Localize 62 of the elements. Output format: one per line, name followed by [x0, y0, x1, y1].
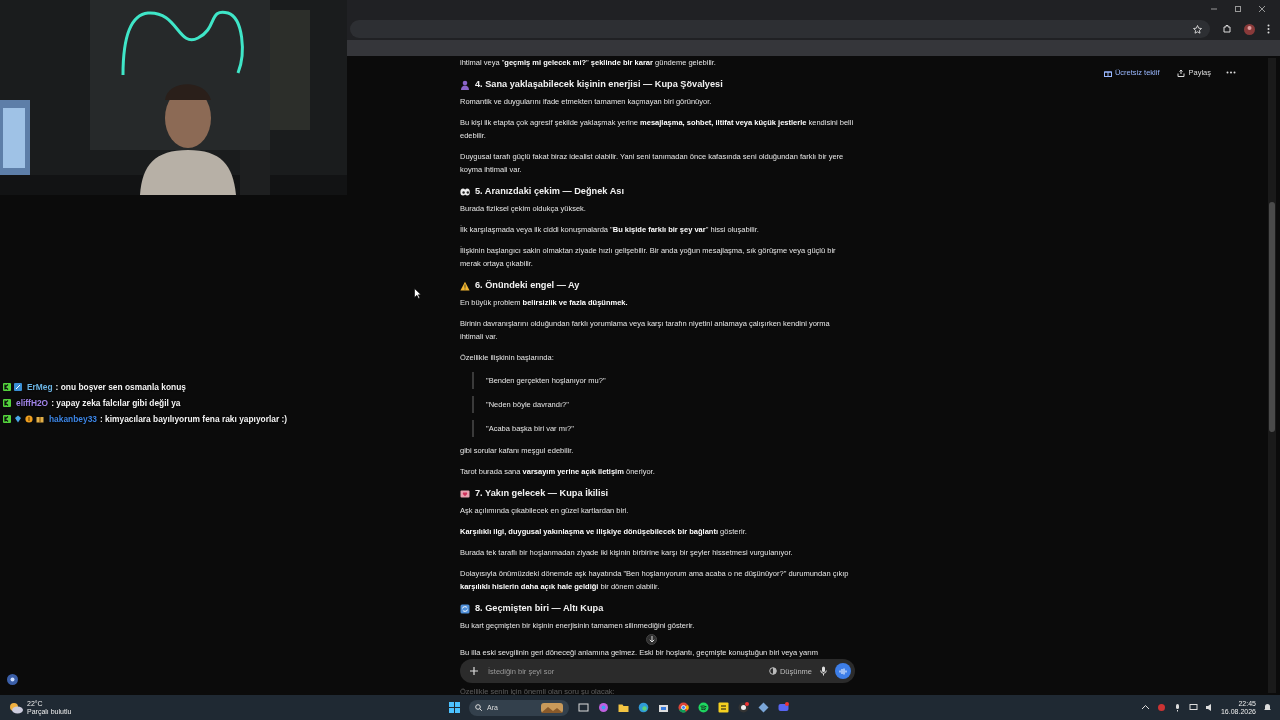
more-options-icon[interactable]: [1226, 71, 1236, 74]
emoji-icon: [460, 280, 470, 291]
chevron-up-icon[interactable]: [1140, 703, 1150, 712]
chat-message: : kimyacılara bayılıyorum fena rakı yapıyorlar :): [99, 414, 288, 424]
emoji-icon: [460, 186, 470, 197]
monitor-icon[interactable]: [1188, 703, 1198, 712]
emoji-icon: [460, 603, 470, 614]
half-circle-icon: [768, 667, 777, 675]
chat-username: ErMeg: [27, 382, 53, 392]
chat-message: : onu boşver sen osmanla konuş: [55, 382, 186, 392]
extensions-icon[interactable]: [1222, 24, 1232, 34]
landscape-icon: [541, 702, 563, 713]
spotify-icon[interactable]: [698, 702, 709, 713]
camera-app-icon[interactable]: [738, 702, 749, 713]
chat-username: eliffH2O: [16, 398, 49, 408]
edge-browser-icon[interactable]: [638, 702, 649, 713]
microphone-icon[interactable]: [820, 666, 827, 676]
sticky-app-icon[interactable]: [718, 702, 729, 713]
search-icon: [475, 704, 482, 711]
task-view-icon[interactable]: [578, 702, 589, 713]
windows-start-icon[interactable]: [449, 702, 460, 713]
notification-bell-icon[interactable]: [1263, 703, 1272, 712]
badge-icon: [3, 383, 11, 391]
gift-icon: [36, 415, 44, 423]
tray-app-icon[interactable]: [1156, 703, 1166, 712]
store-icon[interactable]: [658, 702, 669, 713]
scrollbar-thumb[interactable]: [1269, 202, 1275, 432]
profile-avatar-icon[interactable]: [1244, 23, 1255, 35]
menu-icon[interactable]: [1267, 24, 1270, 34]
copilot-icon[interactable]: [598, 702, 609, 713]
plus-icon[interactable]: [470, 667, 478, 675]
speaker-icon[interactable]: [1204, 703, 1214, 712]
scroll-down-button[interactable]: [646, 634, 657, 645]
chat-username: hakanbey33: [49, 414, 97, 424]
badge-icon: [3, 399, 11, 407]
mouse-cursor-icon: [414, 288, 421, 299]
section-heading: 6. Önündeki engel — Ay: [475, 279, 580, 292]
badge-icon: [14, 383, 22, 391]
close-icon[interactable]: [1258, 5, 1266, 13]
section-heading: 7. Yakın gelecek — Kupa İkilisi: [475, 487, 609, 500]
waveform-icon: [839, 667, 847, 675]
section-heading: 5. Aranızdaki çekim — Değnek Ası: [475, 185, 624, 198]
bookmark-star-icon[interactable]: [1193, 24, 1202, 34]
weather-icon: [9, 701, 23, 714]
gift-icon: [1103, 68, 1112, 77]
minimize-icon[interactable]: [1210, 5, 1218, 13]
section-heading: 8. Geçmişten biri — Altı Kupa: [475, 602, 604, 615]
voice-mode-button[interactable]: [835, 663, 851, 679]
gem-icon: [14, 415, 22, 423]
chat-message: : yapay zeka falcılar gibi değil ya: [51, 398, 181, 408]
folder-icon[interactable]: [618, 702, 629, 713]
section-heading: 4. Sana yaklaşabilecek kişinin enerjisi — Kupa Şövalyesi: [475, 78, 723, 91]
share-icon: [1177, 68, 1186, 77]
badge-icon: [3, 415, 11, 423]
emoji-icon: [460, 488, 470, 499]
down-arrow-icon: [648, 636, 655, 643]
emoji-icon: [460, 79, 470, 90]
coin-icon: [25, 415, 33, 423]
chat-app-icon[interactable]: [778, 702, 789, 713]
restore-icon[interactable]: [1234, 5, 1242, 13]
chrome-browser-icon[interactable]: [678, 702, 689, 713]
circle-icon[interactable]: [7, 674, 18, 685]
